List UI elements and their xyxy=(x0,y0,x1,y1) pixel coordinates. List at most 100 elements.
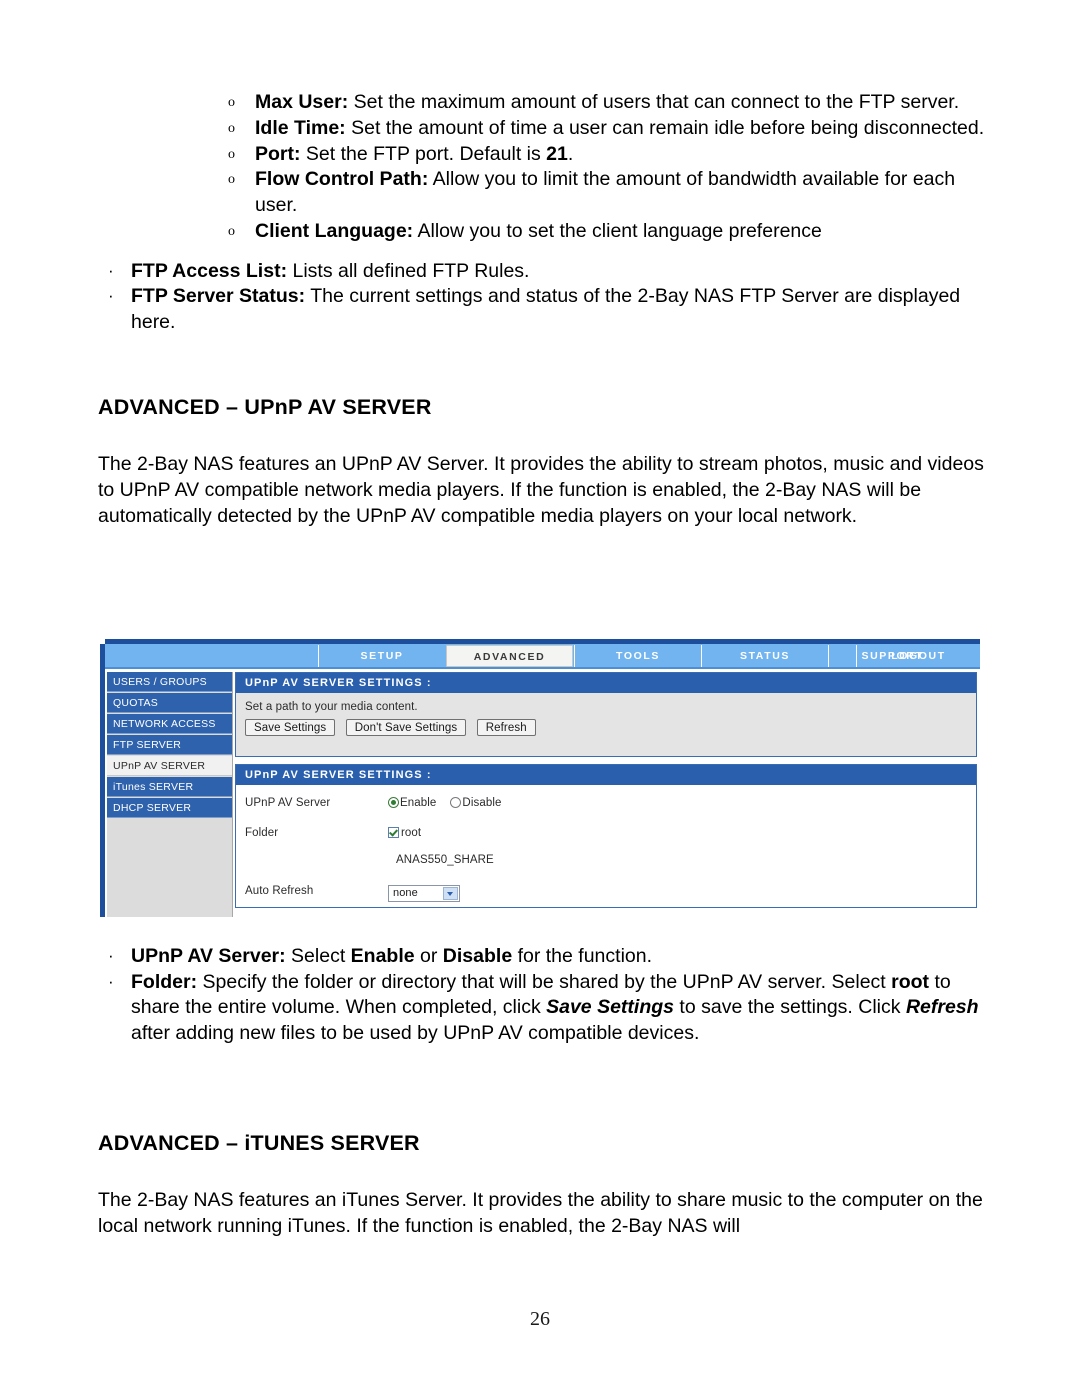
share-name-value: ANAS550_SHARE xyxy=(396,854,494,866)
ftp-options-list: o Max User: Set the maximum amount of us… xyxy=(98,90,994,245)
bullet-marker: o xyxy=(228,120,235,136)
term-label: Flow Control Path: xyxy=(255,168,429,191)
text-root: root xyxy=(891,970,930,993)
radio-disable[interactable] xyxy=(450,797,462,808)
auto-refresh-selected-value: none xyxy=(393,887,418,899)
field-control-auto-refresh: none xyxy=(388,885,972,902)
form-row-auto-refresh: Auto Refresh none xyxy=(236,885,976,907)
term-text: Lists all defined FTP Rules. xyxy=(287,259,530,282)
field-control-folder: root xyxy=(388,827,972,839)
term-text: Set the amount of time a user can remain… xyxy=(345,116,985,139)
bullet-marker: · xyxy=(108,946,114,965)
bullet-marker: · xyxy=(108,971,114,991)
text-part4: after adding new files to be used by UPn… xyxy=(131,1021,700,1044)
list-item-client-language: o Client Language: Allow you to set the … xyxy=(224,219,994,245)
port-default-value: 21 xyxy=(546,142,568,165)
sidebar-item-dhcp-server[interactable]: DHCP SERVER xyxy=(107,798,232,818)
sidebar-item-quotas[interactable]: QUOTAS xyxy=(107,693,232,713)
bullet-marker: o xyxy=(228,146,235,162)
sidebar-item-itunes-server[interactable]: iTunes SERVER xyxy=(107,777,232,797)
field-label-folder: Folder xyxy=(245,827,279,839)
checkbox-root[interactable] xyxy=(388,827,399,838)
top-navigation-bar: SETUP ADVANCED TOOLS STATUS SUPPORT LOGO… xyxy=(105,644,980,669)
save-settings-button[interactable]: Save Settings xyxy=(245,719,336,737)
sidebar-item-users-groups[interactable]: USERS / GROUPS xyxy=(107,672,232,692)
list-item-idle-time: o Idle Time: Set the amount of time a us… xyxy=(224,116,994,142)
checkbox-label-root: root xyxy=(401,827,422,839)
sidebar-item-network-access[interactable]: NETWORK ACCESS xyxy=(107,714,232,734)
form-row-folder: Folder root xyxy=(236,827,976,849)
panel-upnp-settings-actions: UPnP AV SERVER SETTINGS : Set a path to … xyxy=(235,672,977,757)
term-label: FTP Access List: xyxy=(131,259,288,282)
page-content-lower: · UPnP AV Server: Select Enable or Disab… xyxy=(98,944,994,1240)
text-refresh: Refresh xyxy=(905,996,979,1018)
tab-status[interactable]: STATUS xyxy=(701,645,828,667)
chevron-down-icon[interactable] xyxy=(443,887,458,900)
term-label: FTP Server Status: xyxy=(131,285,306,308)
bullet-marker: o xyxy=(228,172,235,188)
radio-enable[interactable] xyxy=(388,797,399,808)
list-item-ftp-server-status: · FTP Server Status: The current setting… xyxy=(98,284,994,335)
text-part3: for the function. xyxy=(512,945,653,967)
term-label: Client Language: xyxy=(255,219,414,242)
panel-body-form: UPnP AV Server Enable Disable Folder root xyxy=(236,785,976,907)
text-enable: Enable xyxy=(350,945,415,967)
list-item-flow-control-path: o Flow Control Path: Allow you to limit … xyxy=(224,167,994,219)
auto-refresh-select[interactable]: none xyxy=(388,885,460,902)
field-control-upnp-av-server: Enable Disable xyxy=(388,797,972,809)
panel-description: Set a path to your media content. xyxy=(245,701,418,713)
list-item-max-user: o Max User: Set the maximum amount of us… xyxy=(224,90,994,116)
bullet-marker: o xyxy=(228,95,235,110)
term-text: Set the FTP port. Default is xyxy=(300,142,547,165)
term-label: Idle Time: xyxy=(255,116,346,139)
upnp-options-list: · UPnP AV Server: Select Enable or Disab… xyxy=(98,944,994,1046)
ftp-summary-list: · FTP Access List: Lists all defined FTP… xyxy=(98,259,994,336)
tab-logout[interactable]: LOGOUT xyxy=(856,645,980,667)
term-tail: . xyxy=(567,142,574,165)
nav-logo-area xyxy=(105,645,318,667)
sidebar-item-ftp-server[interactable]: FTP SERVER xyxy=(107,735,232,755)
text-disable: Disable xyxy=(442,945,513,967)
section-heading-itunes: ADVANCED – iTUNES SERVER xyxy=(98,1131,420,1155)
paragraph-upnp: The 2-Bay NAS features an UPnP AV Server… xyxy=(98,453,984,527)
bullet-marker: · xyxy=(108,286,114,306)
paragraph-itunes: The 2-Bay NAS features an iTunes Server.… xyxy=(98,1189,983,1237)
list-item-ftp-access-list: · FTP Access List: Lists all defined FTP… xyxy=(98,259,994,285)
panel-title-form: UPnP AV SERVER SETTINGS : xyxy=(236,765,976,785)
document-page: o Max User: Set the maximum amount of us… xyxy=(0,0,1080,1397)
tab-setup[interactable]: SETUP xyxy=(318,645,445,667)
tab-advanced[interactable]: ADVANCED xyxy=(446,645,573,667)
form-row-share-name: ANAS550_SHARE xyxy=(236,854,976,876)
radio-label-disable: Disable xyxy=(462,797,502,809)
sidebar-navigation: USERS / GROUPS QUOTAS NETWORK ACCESS FTP… xyxy=(107,672,233,917)
term-label: Folder: xyxy=(131,970,198,993)
main-panel-area: UPnP AV SERVER SETTINGS : Set a path to … xyxy=(235,672,977,915)
sidebar-item-upnp-av-server[interactable]: UPnP AV SERVER xyxy=(107,756,232,776)
term-label: UPnP AV Server: xyxy=(131,945,286,967)
panel-title-actions: UPnP AV SERVER SETTINGS : xyxy=(236,673,976,693)
page-number: 26 xyxy=(530,1308,550,1330)
text-part1: Specify the folder or directory that wil… xyxy=(197,970,892,993)
text-part3: to save the settings. Click xyxy=(674,996,906,1018)
text-part1: Select xyxy=(285,945,351,967)
list-item-folder: · Folder: Specify the folder or director… xyxy=(98,970,994,1047)
list-item-port: o Port: Set the FTP port. Default is 21. xyxy=(224,142,994,168)
field-label-upnp-av-server: UPnP AV Server xyxy=(245,797,331,809)
form-row-upnp-av-server: UPnP AV Server Enable Disable xyxy=(236,797,976,819)
dont-save-settings-button[interactable]: Don't Save Settings xyxy=(345,719,467,737)
list-item-upnp-av-server: · UPnP AV Server: Select Enable or Disab… xyxy=(98,944,994,970)
section-heading-upnp: ADVANCED – UPnP AV SERVER xyxy=(98,395,432,420)
tab-tools[interactable]: TOOLS xyxy=(574,645,701,667)
left-accent-rail xyxy=(100,644,105,917)
panel-body-actions: Set a path to your media content. Save S… xyxy=(236,693,976,756)
bullet-marker: · xyxy=(108,260,114,280)
radio-label-enable: Enable xyxy=(400,797,437,809)
refresh-button[interactable]: Refresh xyxy=(476,719,536,737)
embedded-screenshot-upnp-av: SETUP ADVANCED TOOLS STATUS SUPPORT LOGO… xyxy=(100,639,980,917)
term-label: Max User: xyxy=(255,91,349,113)
